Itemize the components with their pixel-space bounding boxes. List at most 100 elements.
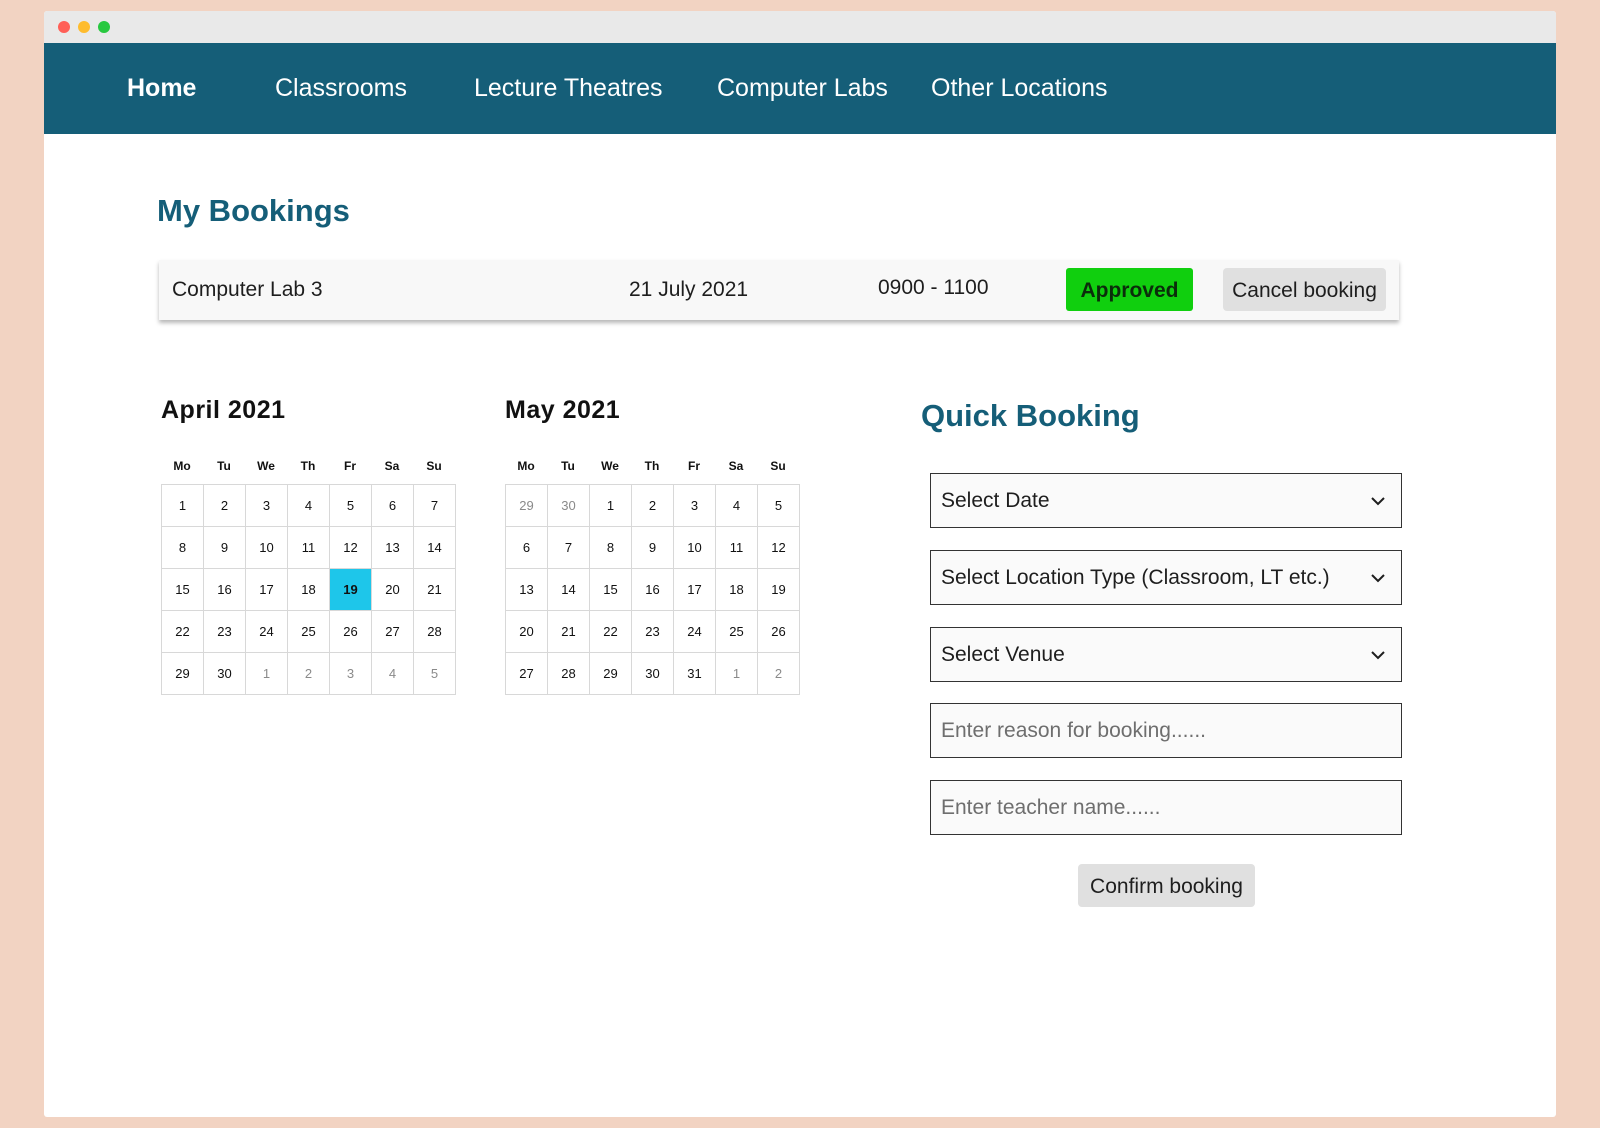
calendar-day[interactable]: 11 [288, 527, 330, 569]
chevron-down-icon [1371, 651, 1385, 660]
calendar-day[interactable]: 14 [548, 569, 590, 611]
my-bookings-title: My Bookings [157, 193, 350, 228]
calendar-day[interactable]: 18 [716, 569, 758, 611]
calendar-day[interactable]: 2 [204, 485, 246, 527]
nav-home[interactable]: Home [127, 43, 196, 134]
calendar-day[interactable]: 26 [330, 611, 372, 653]
calendar-day[interactable]: 29 [162, 653, 204, 695]
calendar-day[interactable]: 12 [758, 527, 800, 569]
minimize-window-icon[interactable] [78, 21, 90, 33]
calendar-day[interactable]: 7 [548, 527, 590, 569]
calendar-day[interactable]: 2 [288, 653, 330, 695]
status-badge: Approved [1066, 268, 1193, 311]
select-venue-label: Select Venue [941, 643, 1065, 666]
calendar-day[interactable]: 30 [632, 653, 674, 695]
calendar-day[interactable]: 7 [414, 485, 456, 527]
calendar-day[interactable]: 5 [414, 653, 456, 695]
calendar-day[interactable]: 17 [246, 569, 288, 611]
nav-classrooms[interactable]: Classrooms [275, 43, 407, 134]
reason-input[interactable] [931, 704, 1401, 757]
calendar-day[interactable]: 12 [330, 527, 372, 569]
calendar-day[interactable]: 24 [674, 611, 716, 653]
calendar-day[interactable]: 14 [414, 527, 456, 569]
calendar-day[interactable]: 1 [590, 485, 632, 527]
close-window-icon[interactable] [58, 21, 70, 33]
top-navbar: Home Classrooms Lecture Theatres Compute… [44, 43, 1556, 134]
calendar-day[interactable]: 1 [246, 653, 288, 695]
calendar-day[interactable]: 13 [372, 527, 414, 569]
calendar-day[interactable]: 11 [716, 527, 758, 569]
calendar-day[interactable]: 15 [590, 569, 632, 611]
calendar-day[interactable]: 3 [674, 485, 716, 527]
confirm-booking-button[interactable]: Confirm booking [1078, 864, 1255, 907]
nav-lecture-theatres[interactable]: Lecture Theatres [474, 43, 663, 134]
calendar-day[interactable]: 28 [548, 653, 590, 695]
calendar-day[interactable]: 28 [414, 611, 456, 653]
calendar-day[interactable]: 13 [506, 569, 548, 611]
calendar-day[interactable]: 6 [372, 485, 414, 527]
calendar-day[interactable]: 31 [674, 653, 716, 695]
calendar-day[interactable]: 9 [204, 527, 246, 569]
calendar-day[interactable]: 3 [330, 653, 372, 695]
calendar-day[interactable]: 8 [590, 527, 632, 569]
booking-venue: Computer Lab 3 [172, 278, 323, 301]
calendar-day[interactable]: 29 [590, 653, 632, 695]
calendar-day[interactable]: 30 [204, 653, 246, 695]
calendar-day[interactable]: 22 [162, 611, 204, 653]
weekday-label: Fr [688, 459, 700, 473]
april-calendar-title: April 2021 [161, 396, 286, 424]
cancel-booking-button[interactable]: Cancel booking [1223, 268, 1386, 311]
calendar-day[interactable]: 1 [162, 485, 204, 527]
maximize-window-icon[interactable] [98, 21, 110, 33]
calendar-day[interactable]: 4 [288, 485, 330, 527]
calendar-day[interactable]: 29 [506, 485, 548, 527]
calendar-day[interactable]: 23 [632, 611, 674, 653]
calendar-day[interactable]: 10 [674, 527, 716, 569]
calendar-day[interactable]: 5 [330, 485, 372, 527]
select-date-dropdown[interactable]: Select Date [930, 473, 1402, 528]
calendar-day[interactable]: 20 [372, 569, 414, 611]
calendar-day-selected[interactable]: 19 [330, 569, 372, 611]
april-weekday-header: Mo Tu We Th Fr Sa Su [161, 459, 455, 473]
calendar-day[interactable]: 16 [632, 569, 674, 611]
calendar-day[interactable]: 1 [716, 653, 758, 695]
nav-other-locations[interactable]: Other Locations [931, 43, 1108, 134]
calendar-day[interactable]: 26 [758, 611, 800, 653]
calendar-day[interactable]: 8 [162, 527, 204, 569]
select-venue-dropdown[interactable]: Select Venue [930, 627, 1402, 682]
april-calendar-grid: 1 2 3 4 5 6 7 8 9 10 11 12 13 14 15 16 17 18 19 20 21 22 23 24 2… [161, 484, 456, 695]
calendar-day[interactable]: 25 [716, 611, 758, 653]
calendar-day[interactable]: 27 [506, 653, 548, 695]
calendar-day[interactable]: 22 [590, 611, 632, 653]
calendar-day[interactable]: 9 [632, 527, 674, 569]
calendar-day[interactable]: 10 [246, 527, 288, 569]
calendar-day[interactable]: 2 [632, 485, 674, 527]
calendar-day[interactable]: 4 [716, 485, 758, 527]
select-location-type-dropdown[interactable]: Select Location Type (Classroom, LT etc.… [930, 550, 1402, 605]
browser-window: Home Classrooms Lecture Theatres Compute… [44, 11, 1556, 1117]
calendar-day[interactable]: 2 [758, 653, 800, 695]
calendar-day[interactable]: 25 [288, 611, 330, 653]
calendar-day[interactable]: 20 [506, 611, 548, 653]
calendar-day[interactable]: 6 [506, 527, 548, 569]
calendar-day[interactable]: 21 [414, 569, 456, 611]
calendar-day[interactable]: 3 [246, 485, 288, 527]
calendar-day[interactable]: 23 [204, 611, 246, 653]
teacher-name-input[interactable] [931, 781, 1401, 834]
weekday-label: Su [426, 459, 442, 473]
nav-computer-labs[interactable]: Computer Labs [717, 43, 888, 134]
calendar-day[interactable]: 27 [372, 611, 414, 653]
calendar-day[interactable]: 16 [204, 569, 246, 611]
select-location-type-label: Select Location Type (Classroom, LT etc.… [941, 566, 1330, 589]
calendar-day[interactable]: 21 [548, 611, 590, 653]
calendar-day[interactable]: 30 [548, 485, 590, 527]
calendar-day[interactable]: 24 [246, 611, 288, 653]
calendar-day[interactable]: 18 [288, 569, 330, 611]
calendar-day[interactable]: 4 [372, 653, 414, 695]
calendar-day[interactable]: 15 [162, 569, 204, 611]
calendar-day[interactable]: 19 [758, 569, 800, 611]
weekday-label: We [601, 459, 619, 473]
may-calendar-grid: 29 30 1 2 3 4 5 6 7 8 9 10 11 12 13 14 15 16 17 18 19 20 21 22 2… [505, 484, 800, 695]
calendar-day[interactable]: 5 [758, 485, 800, 527]
calendar-day[interactable]: 17 [674, 569, 716, 611]
